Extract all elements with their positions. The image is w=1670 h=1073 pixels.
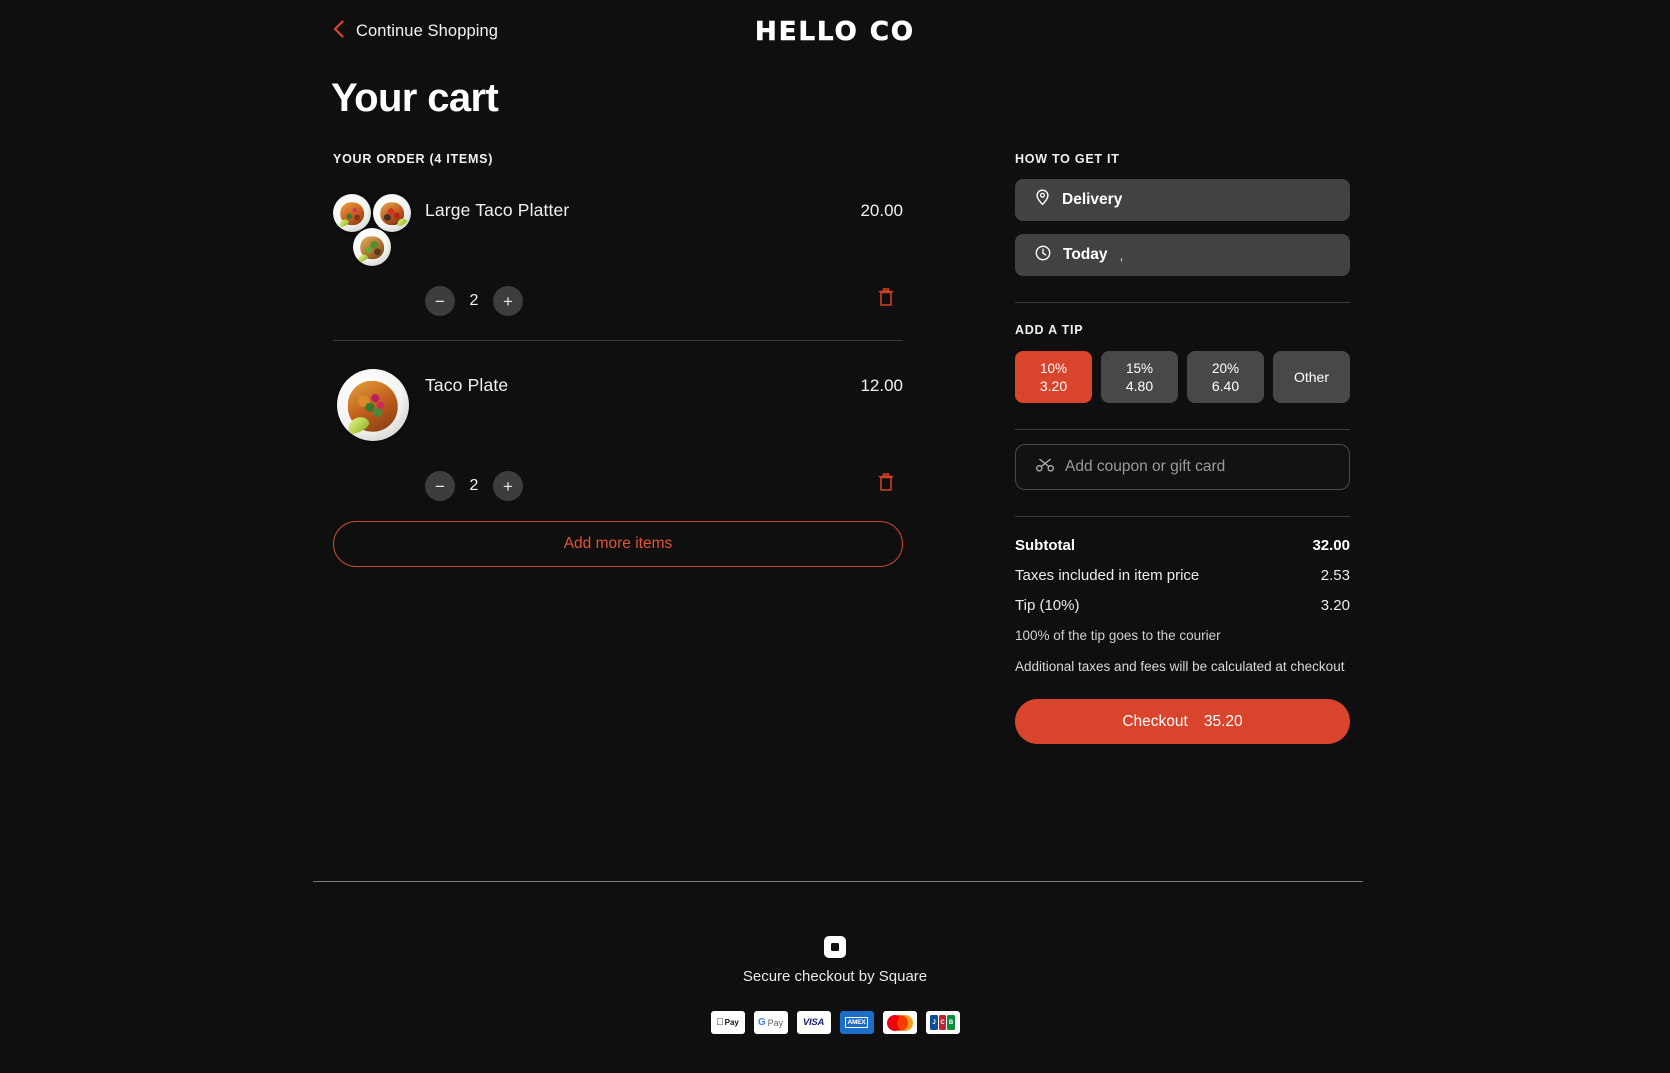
cart-item: Taco Plate 12.00 − 2 + bbox=[333, 341, 903, 503]
fulfillment-method-button[interactable]: Delivery bbox=[1015, 179, 1350, 221]
plate-thumb bbox=[333, 194, 371, 232]
plate-thumb bbox=[373, 194, 411, 232]
clock-icon bbox=[1035, 245, 1051, 266]
footer: Secure checkout by Square Pay GPay VISA… bbox=[0, 936, 1670, 1034]
cart-item-name: Large Taco Platter bbox=[425, 200, 570, 220]
checkout-label: Checkout bbox=[1122, 712, 1188, 730]
totals-section: Subtotal 32.00 Taxes included in item pr… bbox=[1015, 537, 1350, 674]
mastercard-icon bbox=[882, 1011, 917, 1034]
remove-item-button[interactable] bbox=[877, 472, 895, 492]
taxes-value: 2.53 bbox=[1320, 567, 1350, 584]
location-pin-icon bbox=[1035, 189, 1050, 211]
tip-option-15[interactable]: 15% 4.80 bbox=[1101, 351, 1178, 403]
cart-item-name: Taco Plate bbox=[425, 375, 509, 395]
decrement-quantity-button[interactable]: − bbox=[425, 471, 455, 501]
cart-item-details: Taco Plate 12.00 bbox=[425, 369, 903, 396]
remove-item-button[interactable] bbox=[877, 287, 895, 307]
jcb-icon: JCB bbox=[925, 1011, 960, 1034]
additional-fees-note: Additional taxes and fees will be calcul… bbox=[1015, 659, 1345, 674]
fulfillment-time-label: Today bbox=[1063, 246, 1108, 263]
courier-tip-note: 100% of the tip goes to the courier bbox=[1015, 628, 1221, 643]
tip-value: 3.20 bbox=[1320, 597, 1350, 614]
add-more-items-button[interactable]: Add more items bbox=[333, 521, 903, 567]
increment-quantity-button[interactable]: + bbox=[493, 471, 523, 501]
visa-icon: VISA bbox=[796, 1011, 831, 1034]
square-logo-icon bbox=[824, 936, 846, 958]
coupon-scissors-icon bbox=[1036, 458, 1054, 477]
tip-other-label: Other bbox=[1293, 369, 1329, 385]
taco-plate-trio-image bbox=[333, 194, 425, 272]
section-divider bbox=[1015, 516, 1350, 517]
tip-row: Tip (10%) 3.20 bbox=[1015, 597, 1350, 614]
tip-percent: 20% bbox=[1211, 360, 1240, 376]
fulfillment-section-label: HOW TO GET IT bbox=[1015, 152, 1120, 166]
trash-icon bbox=[877, 288, 895, 310]
payment-methods: Pay GPay VISA AMEX JCB bbox=[0, 1011, 1670, 1034]
fulfillment-time-detail: , bbox=[1119, 247, 1124, 263]
section-divider bbox=[1015, 302, 1350, 303]
decrement-quantity-button[interactable]: − bbox=[425, 286, 455, 316]
cart-item-price: 20.00 bbox=[860, 201, 903, 220]
cart-item-details: Large Taco Platter 20.00 bbox=[425, 194, 903, 221]
tip-amount: 4.80 bbox=[1125, 377, 1154, 394]
page-title: Your cart bbox=[331, 76, 499, 120]
footer-divider bbox=[313, 881, 1363, 882]
tip-amount: 3.20 bbox=[1039, 377, 1068, 394]
amex-icon: AMEX bbox=[839, 1011, 874, 1034]
tip-section-label: ADD A TIP bbox=[1015, 323, 1084, 337]
fulfillment-time-button[interactable]: Today , bbox=[1015, 234, 1350, 276]
trash-icon bbox=[877, 473, 895, 495]
tip-option-20[interactable]: 20% 6.40 bbox=[1187, 351, 1264, 403]
tip-options: 10% 3.20 15% 4.80 20% 6.40 Other bbox=[1015, 351, 1350, 403]
taxes-row: Taxes included in item price 2.53 bbox=[1015, 567, 1350, 584]
taxes-label: Taxes included in item price bbox=[1015, 567, 1200, 584]
subtotal-label: Subtotal bbox=[1015, 537, 1075, 554]
plate-thumb bbox=[353, 228, 391, 266]
apple-pay-icon: Pay bbox=[710, 1011, 745, 1034]
quantity-value: 2 bbox=[469, 477, 479, 494]
fulfillment-method-label: Delivery bbox=[1062, 191, 1123, 208]
tip-percent: 15% bbox=[1125, 360, 1154, 376]
plate-thumb bbox=[337, 369, 409, 441]
tip-label: Tip (10%) bbox=[1015, 597, 1080, 614]
coupon-field[interactable] bbox=[1015, 444, 1350, 490]
order-column: YOUR ORDER (4 ITEMS) Large Taco Platter bbox=[333, 152, 903, 567]
checkout-button[interactable]: Checkout 35.20 bbox=[1015, 699, 1350, 744]
quantity-value: 2 bbox=[469, 292, 479, 309]
summary-column: HOW TO GET IT Delivery Today , ADD A TIP bbox=[1015, 152, 1350, 744]
brand-logo: HELLO CO bbox=[754, 17, 916, 48]
cart-page: Continue Shopping HELLO CO Your cart YOU… bbox=[0, 0, 1670, 1073]
cart-item-controls: − 2 + bbox=[425, 469, 903, 503]
increment-quantity-button[interactable]: + bbox=[493, 286, 523, 316]
cart-item-controls: − 2 + bbox=[425, 284, 903, 318]
cart-item-row: Taco Plate 12.00 bbox=[333, 369, 903, 447]
cart-item: Large Taco Platter 20.00 − 2 + bbox=[333, 166, 903, 341]
tip-option-other[interactable]: Other bbox=[1273, 351, 1350, 403]
subtotal-row: Subtotal 32.00 bbox=[1015, 537, 1350, 554]
taco-plate-image bbox=[333, 369, 425, 447]
header: Continue Shopping HELLO CO bbox=[0, 0, 1670, 66]
checkout-amount: 35.20 bbox=[1203, 712, 1243, 730]
coupon-input[interactable] bbox=[1065, 458, 1329, 476]
tip-amount: 6.40 bbox=[1211, 377, 1240, 394]
order-section-label: YOUR ORDER (4 ITEMS) bbox=[333, 152, 494, 166]
cart-item-price: 12.00 bbox=[860, 376, 903, 395]
cart-item-row: Large Taco Platter 20.00 bbox=[333, 194, 903, 272]
tip-percent: 10% bbox=[1039, 360, 1068, 376]
section-divider bbox=[1015, 429, 1350, 430]
google-pay-icon: G Pay bbox=[753, 1011, 788, 1034]
tip-option-10[interactable]: 10% 3.20 bbox=[1015, 351, 1092, 403]
subtotal-value: 32.00 bbox=[1312, 537, 1350, 554]
secure-checkout-text: Secure checkout by Square bbox=[742, 968, 928, 985]
